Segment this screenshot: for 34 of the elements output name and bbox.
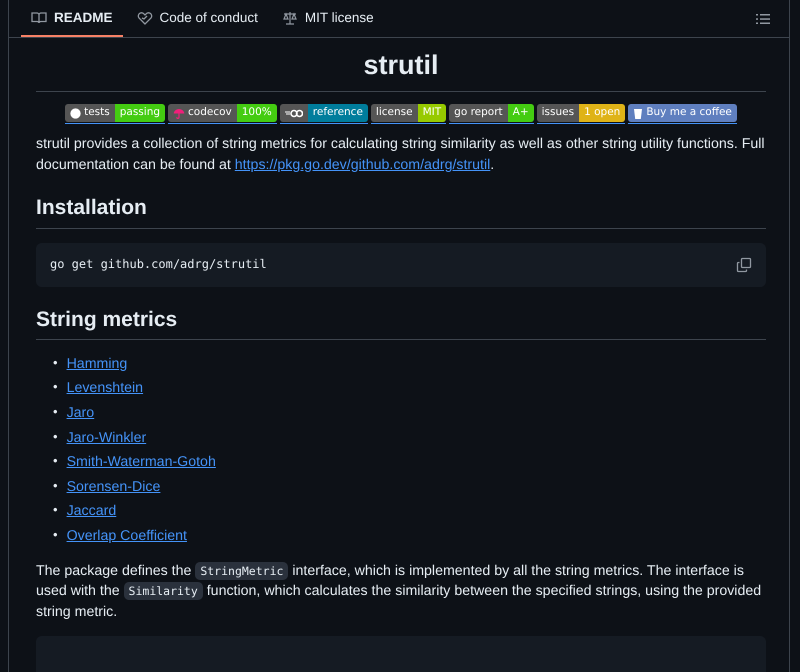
copy-icon[interactable] <box>736 256 752 273</box>
bullet: • <box>53 526 58 544</box>
tab[interactable]: Code of conduct <box>126 0 268 37</box>
go-logo-icon <box>284 108 303 118</box>
bullet: • <box>53 354 58 372</box>
section-heading: Installation <box>36 195 766 229</box>
badge[interactable]: Buy me a coffee <box>628 104 737 122</box>
cup-icon <box>633 106 644 120</box>
metric-link[interactable]: Sorensen-Dice <box>66 476 160 498</box>
documentation-link[interactable]: https://pkg.go.dev/github.com/adrg/strutil <box>234 156 490 173</box>
metric-link[interactable]: Levenshtein <box>66 378 144 399</box>
bullet: • <box>53 428 58 446</box>
section-heading: String metrics <box>36 306 766 340</box>
metric-link[interactable]: Jaccard <box>66 501 116 522</box>
metric-link[interactable]: Jaro <box>66 402 94 424</box>
bullet: • <box>53 378 58 396</box>
bullet: • <box>53 501 58 520</box>
heart-icon <box>136 10 153 26</box>
metric-link[interactable]: Overlap Coefficient <box>66 526 187 547</box>
bullet: • <box>53 402 58 421</box>
code-line: go get github.com/adrg/strutil <box>50 256 267 273</box>
bullet: • <box>53 476 58 495</box>
scale-icon <box>282 10 298 26</box>
bullet: • <box>53 452 58 470</box>
description-paragraph: The package defines the StringMetric interface, which is implemented by all the string metrics. The interface is used with the Similarity function, which calculates the similarity between the specified strings, using the provided string metric. <box>36 560 762 622</box>
metric-link[interactable]: Hamming <box>66 354 128 374</box>
book-icon <box>31 10 47 26</box>
metric-link[interactable]: Smith-Waterman-Gotoh <box>66 452 216 473</box>
umbrella-icon <box>173 108 186 119</box>
tab[interactable]: README <box>21 0 123 37</box>
intro-paragraph: strutil provides a collection of string metrics for calculating string similarity as well as other string utility functions. Full documentation can be found at https://pkg.go.dev/github.com/adrg/strutil. <box>36 135 766 175</box>
metric-link[interactable]: Jaro-Winkler <box>66 428 146 448</box>
readme-title: strutil <box>36 48 766 92</box>
tab[interactable]: MIT license <box>272 0 384 37</box>
